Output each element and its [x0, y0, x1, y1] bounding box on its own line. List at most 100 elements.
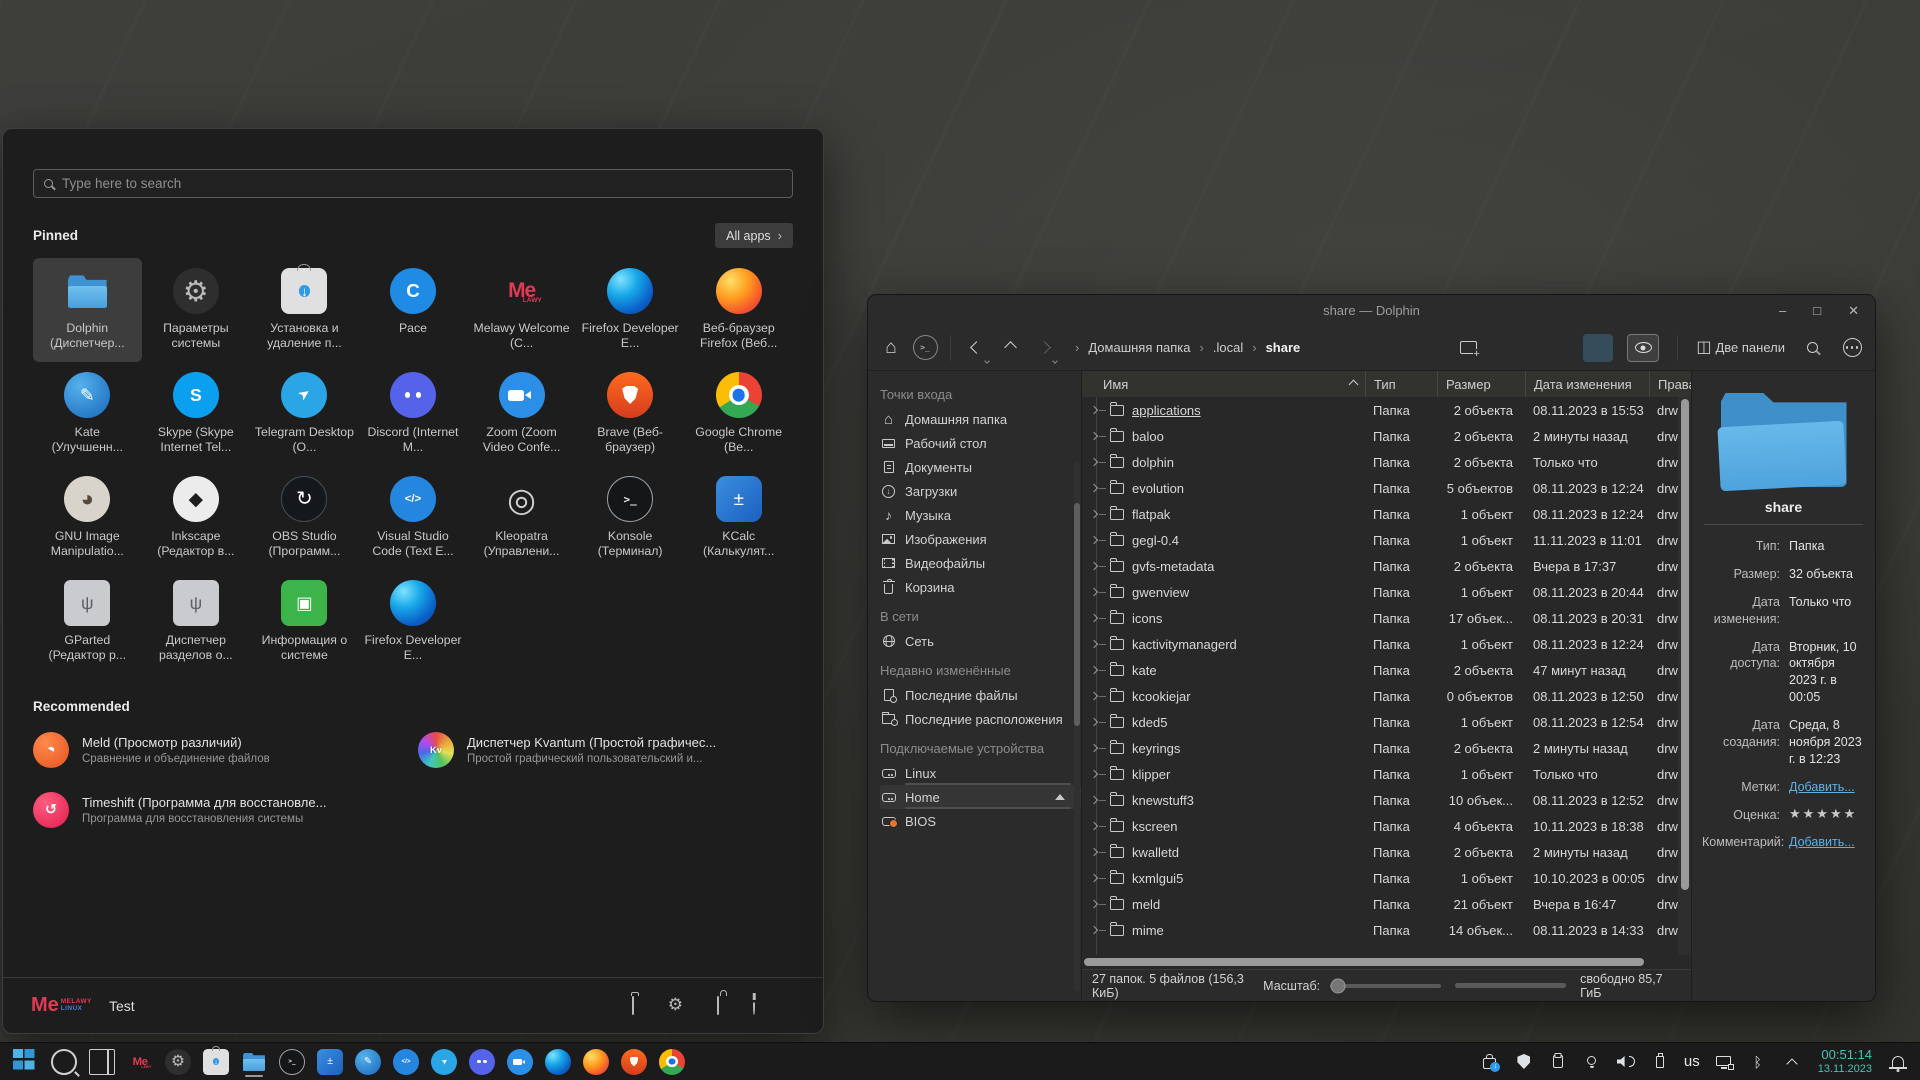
taskbar-item[interactable]	[468, 1047, 496, 1077]
file-row[interactable]: kscreen Папка 4 объекта 10.11.2023 в 18:…	[1082, 813, 1691, 839]
breadcrumb-local[interactable]: .local	[1213, 340, 1243, 355]
tray-item[interactable]	[1582, 1050, 1602, 1074]
taskbar-item[interactable]	[240, 1047, 268, 1077]
preview-toggle-button[interactable]	[1627, 334, 1659, 362]
places-item[interactable]: Музыка	[880, 503, 1081, 527]
app-tile[interactable]: Pace	[359, 258, 468, 362]
file-row[interactable]: kxmlgui5 Папка 1 объект 10.10.2023 в 00:…	[1082, 865, 1691, 891]
app-tile[interactable]: Zoom (Zoom Video Confe...	[467, 362, 576, 466]
new-tab-button[interactable]	[1455, 333, 1481, 363]
app-tile[interactable]: Inkscape (Редактор в...	[142, 466, 251, 570]
tray-item[interactable]	[1616, 1050, 1636, 1074]
zoom-slider[interactable]	[1330, 984, 1441, 988]
file-row[interactable]: knewstuff3 Папка 10 объек... 08.11.2023 …	[1082, 787, 1691, 813]
app-tile[interactable]: Диспетчер разделов о...	[142, 570, 251, 674]
window-titlebar[interactable]: share — Dolphin – □ ✕	[868, 295, 1875, 325]
taskbar-item[interactable]	[582, 1047, 610, 1077]
recommended-app[interactable]: Timeshift (Программа для восстановле... …	[33, 792, 408, 828]
app-tile[interactable]: Параметры системы	[142, 258, 251, 362]
app-tile[interactable]: Konsole (Терминал)	[576, 466, 685, 570]
taskbar-item[interactable]	[544, 1047, 572, 1077]
taskbar-item[interactable]	[12, 1047, 40, 1077]
tray-item[interactable]	[1782, 1050, 1802, 1074]
app-tile[interactable]: Google Chrome (Be...	[684, 362, 793, 466]
taskbar-item[interactable]	[164, 1047, 192, 1077]
back-button[interactable]	[963, 333, 989, 363]
tray-item[interactable]	[1714, 1050, 1734, 1074]
file-row[interactable]: baloo Папка 2 объекта 2 минуты назад drw	[1082, 423, 1691, 449]
all-apps-button[interactable]: All apps ›	[715, 223, 793, 248]
add-comment-link[interactable]: Добавить...	[1789, 835, 1855, 849]
taskbar-item[interactable]	[126, 1047, 154, 1077]
file-row[interactable]: kcookiejar Папка 0 объектов 08.11.2023 в…	[1082, 683, 1691, 709]
footer-action[interactable]	[717, 997, 719, 1015]
file-row[interactable]: dolphin Папка 2 объекта Только что drw	[1082, 449, 1691, 475]
places-item[interactable]: Домашняя папка	[880, 407, 1081, 431]
compact-view-button[interactable]	[1539, 334, 1569, 362]
app-tile[interactable]: GParted (Редактор р...	[33, 570, 142, 674]
places-item[interactable]: Загрузки	[880, 479, 1081, 503]
file-row[interactable]: kate Папка 2 объекта 47 минут назад drw	[1082, 657, 1691, 683]
search-input[interactable]: Type here to search	[33, 169, 793, 198]
footer-action[interactable]	[753, 997, 755, 1015]
taskbar-item[interactable]	[50, 1047, 78, 1077]
places-item[interactable]: Документы	[880, 455, 1081, 479]
places-item[interactable]: Последние расположения	[880, 707, 1081, 731]
app-tile[interactable]: Discord (Internet M...	[359, 362, 468, 466]
file-row[interactable]: gegl-0.4 Папка 1 объект 11.11.2023 в 11:…	[1082, 527, 1691, 553]
app-tile[interactable]: Visual Studio Code (Text E...	[359, 466, 468, 570]
taskbar-item[interactable]	[202, 1047, 230, 1077]
file-row[interactable]: flatpak Папка 1 объект 08.11.2023 в 12:2…	[1082, 501, 1691, 527]
details-view-button[interactable]	[1583, 334, 1613, 362]
app-tile[interactable]: Skype (Skype Internet Tel...	[142, 362, 251, 466]
taskbar-item[interactable]	[278, 1047, 306, 1077]
recommended-app[interactable]: Диспетчер Kvantum (Простой графичес... П…	[418, 732, 793, 768]
file-row[interactable]: evolution Папка 5 объектов 08.11.2023 в …	[1082, 475, 1691, 501]
up-button[interactable]	[997, 333, 1023, 363]
split-view-button[interactable]: Две панели	[1696, 333, 1785, 363]
tray-item[interactable]	[1480, 1050, 1500, 1074]
notifications-button[interactable]	[1888, 1050, 1908, 1074]
taskbar-item[interactable]	[316, 1047, 344, 1077]
horizontal-scrollbar[interactable]	[1082, 955, 1691, 969]
find-button[interactable]	[1799, 333, 1825, 363]
eject-icon[interactable]	[1055, 794, 1065, 800]
tray-item[interactable]	[1514, 1050, 1534, 1074]
rating-stars[interactable]: ★★★★★	[1789, 807, 1865, 824]
app-tile[interactable]: Веб-браузер Firefox (Веб...	[684, 258, 793, 362]
app-tile[interactable]: Brave (Веб-браузер)	[576, 362, 685, 466]
forward-button[interactable]	[1031, 333, 1057, 363]
column-header-size[interactable]: Размер	[1437, 371, 1525, 397]
add-tags-link[interactable]: Добавить...	[1789, 780, 1855, 794]
app-tile[interactable]: Telegram Desktop (O...	[250, 362, 359, 466]
file-row[interactable]: kactivitymanagerd Папка 1 объект 08.11.2…	[1082, 631, 1691, 657]
taskbar-item[interactable]	[392, 1047, 420, 1077]
close-button[interactable]: ✕	[1848, 304, 1859, 317]
icons-view-button[interactable]	[1495, 334, 1525, 362]
places-item[interactable]: Корзина	[880, 575, 1081, 599]
app-tile[interactable]: Dolphin (Диспетчер...	[33, 258, 142, 362]
app-tile[interactable]: Firefox Developer E...	[359, 570, 468, 674]
column-header-date[interactable]: Дата изменения	[1525, 371, 1649, 397]
app-tile[interactable]: Melawy Welcome (C...	[467, 258, 576, 362]
tray-item[interactable]	[1748, 1050, 1768, 1074]
taskbar-item[interactable]	[354, 1047, 382, 1077]
taskbar-item[interactable]	[430, 1047, 458, 1077]
keyboard-layout-indicator[interactable]: us	[1684, 1053, 1700, 1070]
column-header-permissions[interactable]: Права	[1649, 371, 1691, 397]
file-row[interactable]: icons Папка 17 объек... 08.11.2023 в 20:…	[1082, 605, 1691, 631]
taskbar-item[interactable]	[506, 1047, 534, 1077]
column-header-name[interactable]: Имя	[1082, 377, 1365, 392]
maximize-button[interactable]: □	[1813, 304, 1821, 317]
vertical-scrollbar[interactable]	[1678, 397, 1691, 955]
app-tile[interactable]: OBS Studio (Программ...	[250, 466, 359, 570]
app-tile[interactable]: Firefox Developer E...	[576, 258, 685, 362]
file-row[interactable]: gwenview Папка 1 объект 08.11.2023 в 20:…	[1082, 579, 1691, 605]
app-tile[interactable]: Kleopatra (Управлени...	[467, 466, 576, 570]
app-tile[interactable]: Установка и удаление п...	[250, 258, 359, 362]
places-item[interactable]: Последние файлы	[880, 683, 1081, 707]
app-tile[interactable]: KCalc (Калькулят...	[684, 466, 793, 570]
device-item[interactable]: Linux	[880, 761, 1081, 785]
device-item[interactable]: Home	[880, 785, 1081, 809]
file-row[interactable]: meld Папка 21 объект Вчера в 16:47 drw	[1082, 891, 1691, 917]
